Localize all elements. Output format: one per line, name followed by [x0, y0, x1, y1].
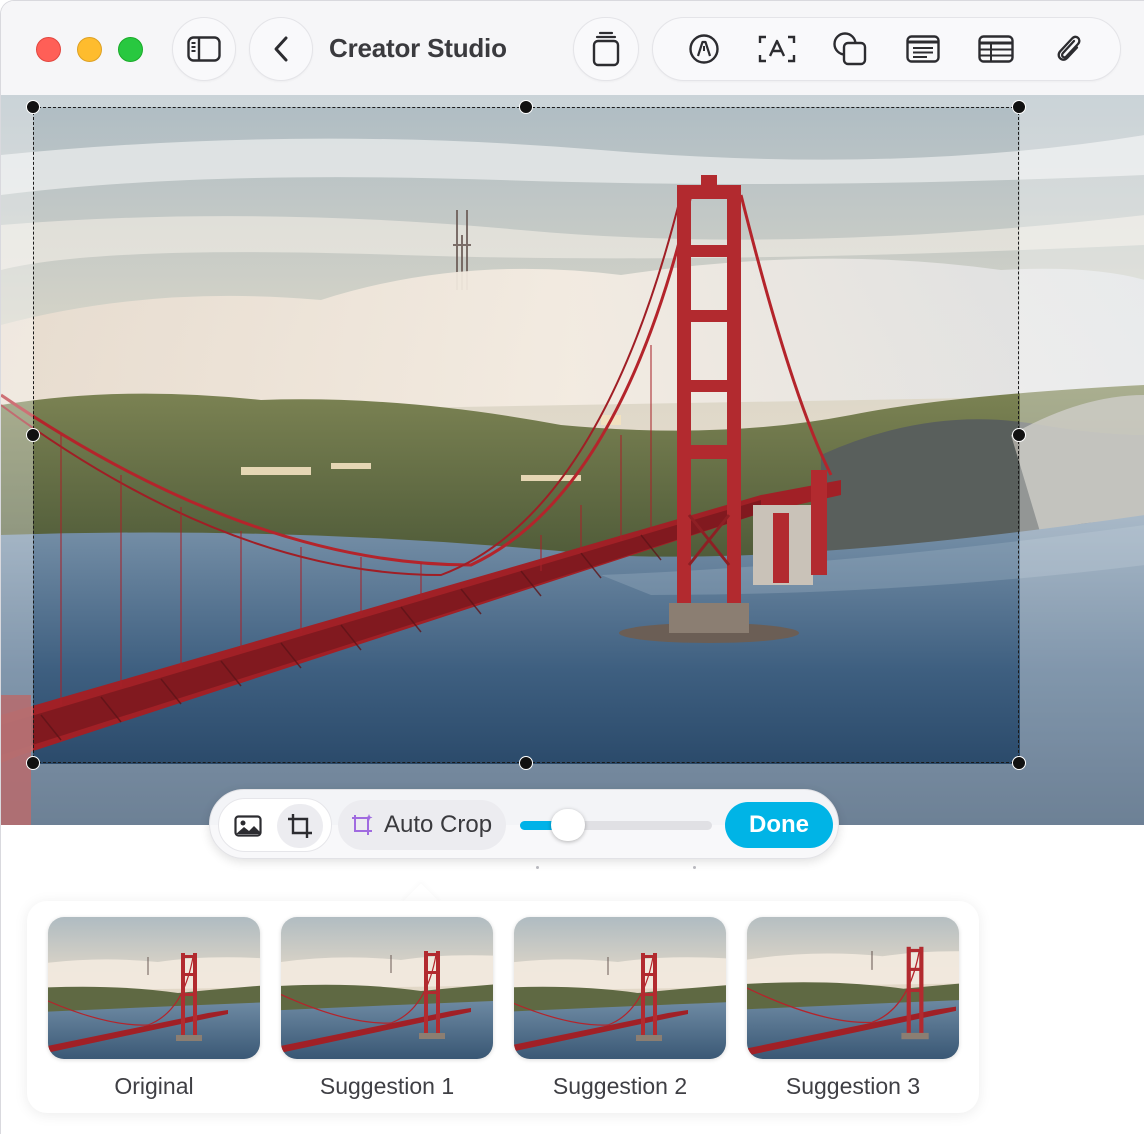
sidebar-toggle-button[interactable]: [172, 17, 236, 81]
suggestion-thumbnail: [281, 917, 493, 1059]
crop-strength-slider[interactable]: [520, 809, 712, 869]
suggestion-card-2[interactable]: Suggestion 2: [514, 917, 726, 1100]
minimize-window-button[interactable]: [77, 37, 102, 62]
suggestion-thumbnail: [514, 917, 726, 1059]
crop-toolbar: Auto Crop Done: [209, 789, 839, 869]
crop-handle-top-right[interactable]: [1012, 100, 1026, 114]
crop-dim-right: [1020, 95, 1144, 825]
shapes-button[interactable]: [822, 21, 878, 77]
crop-handle-bottom-center[interactable]: [519, 756, 533, 770]
edit-mode-segmented-control: [218, 798, 332, 852]
suggestion-card-3[interactable]: Suggestion 3: [747, 917, 959, 1100]
suggestion-label: Suggestion 2: [552, 1073, 688, 1099]
pen-tool-icon: [688, 34, 719, 64]
text-box-button[interactable]: [749, 21, 805, 77]
crop-handle-middle-right[interactable]: [1012, 428, 1026, 442]
suggestion-label: Original: [114, 1073, 194, 1099]
slider-thumb[interactable]: [551, 809, 585, 841]
zoom-window-button[interactable]: [118, 37, 143, 62]
table-button[interactable]: [968, 21, 1024, 77]
chevron-left-icon: [274, 36, 288, 62]
crop-handle-bottom-right[interactable]: [1012, 756, 1026, 770]
crop-handle-top-center[interactable]: [519, 100, 533, 114]
pen-tool-button[interactable]: [676, 21, 732, 77]
close-window-button[interactable]: [36, 37, 61, 62]
text-box-icon: [758, 35, 795, 63]
crop-mode-button[interactable]: [277, 804, 323, 848]
suggestion-thumbnail: [48, 917, 260, 1059]
app-window: Creator Studio Auto Crop Done Original S…: [0, 0, 1144, 1134]
pages-stack-icon: [592, 31, 620, 67]
suggestion-card-original[interactable]: Original: [48, 917, 260, 1100]
photo-icon: [234, 815, 262, 837]
photo-canvas[interactable]: [1, 95, 1144, 825]
crop-handle-bottom-left[interactable]: [26, 756, 40, 770]
pages-button[interactable]: [573, 17, 639, 81]
text-block-button[interactable]: [895, 21, 951, 77]
crop-handle-top-left[interactable]: [26, 100, 40, 114]
slider-tick-min: [536, 866, 539, 869]
auto-crop-label: Auto Crop: [384, 811, 493, 838]
suggestion-label: Suggestion 1: [319, 1073, 455, 1099]
suggestion-card-1[interactable]: Suggestion 1: [281, 917, 493, 1100]
crop-handle-middle-left[interactable]: [26, 428, 40, 442]
text-block-icon: [906, 35, 940, 63]
auto-crop-icon: [352, 814, 373, 835]
app-title: Creator Studio: [329, 33, 507, 63]
auto-crop-button[interactable]: Auto Crop: [338, 800, 506, 850]
suggestion-label: Suggestion 3: [785, 1073, 921, 1099]
insert-tools-group: [652, 17, 1121, 81]
slider-tick-max: [693, 866, 696, 869]
crop-dim-left: [1, 95, 33, 825]
sidebar-toggle-icon: [187, 36, 221, 62]
crop-frame[interactable]: [33, 107, 1019, 763]
title-bar: Creator Studio: [1, 1, 1144, 95]
back-button[interactable]: [249, 17, 313, 81]
suggestion-thumbnail: [747, 917, 959, 1059]
shapes-icon: [833, 32, 867, 66]
photo-mode-button[interactable]: [225, 804, 271, 848]
crop-icon: [288, 814, 312, 838]
crop-suggestions-panel: Original Suggestion 1 Suggestion 2 Sugge…: [27, 901, 979, 1113]
attach-button[interactable]: [1041, 21, 1097, 77]
done-button[interactable]: Done: [725, 802, 833, 848]
table-icon: [978, 35, 1014, 63]
paperclip-icon: [1057, 35, 1081, 61]
